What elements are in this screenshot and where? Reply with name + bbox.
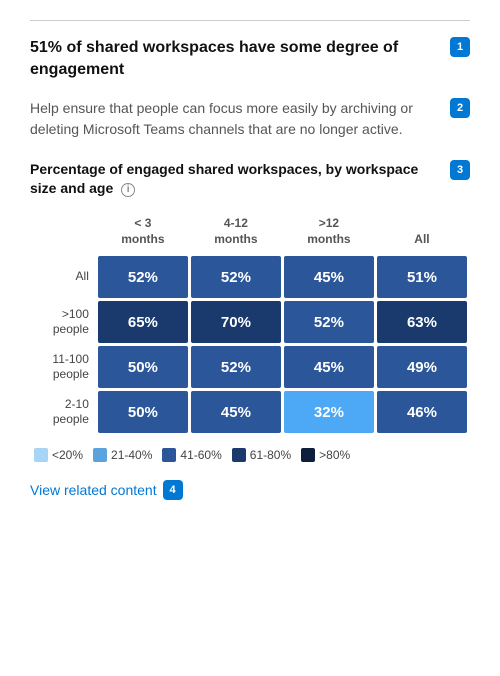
section3-badge: 3 — [450, 160, 470, 180]
legend-label-3: 61-80% — [250, 448, 291, 462]
legend-swatch-0 — [34, 448, 48, 462]
row-label-2: 11-100 people — [33, 346, 95, 388]
section3-header: Percentage of engaged shared workspaces,… — [30, 160, 470, 199]
cell-1-2: 52% — [284, 301, 374, 343]
section1: 51% of shared workspaces have some degre… — [30, 37, 470, 82]
col-header-2: >12 months — [284, 212, 374, 253]
cell-2-0: 50% — [98, 346, 188, 388]
cell-1-1: 70% — [191, 301, 281, 343]
section2-text: Help ensure that people can focus more e… — [30, 98, 450, 140]
cell-3-2: 32% — [284, 391, 374, 433]
legend-label-1: 21-40% — [111, 448, 152, 462]
info-icon[interactable]: i — [121, 183, 135, 197]
legend-label-0: <20% — [52, 448, 83, 462]
section3-title: Percentage of engaged shared workspaces,… — [30, 160, 450, 199]
cell-1-3: 63% — [377, 301, 467, 343]
chart-legend: <20% 21-40% 41-60% 61-80% >80% — [30, 448, 470, 462]
legend-swatch-1 — [93, 448, 107, 462]
col-header-1: 4-12 months — [191, 212, 281, 253]
legend-item-3: 61-80% — [232, 448, 291, 462]
row-label-1: >100 people — [33, 301, 95, 343]
cell-1-0: 65% — [98, 301, 188, 343]
legend-item-0: <20% — [34, 448, 83, 462]
legend-swatch-2 — [162, 448, 176, 462]
cell-2-1: 52% — [191, 346, 281, 388]
cell-0-0: 52% — [98, 256, 188, 298]
section2: Help ensure that people can focus more e… — [30, 98, 470, 140]
legend-item-4: >80% — [301, 448, 350, 462]
legend-label-4: >80% — [319, 448, 350, 462]
row-label-0: All — [33, 256, 95, 298]
top-divider — [30, 20, 470, 21]
view-related-section: View related content 4 — [30, 480, 470, 500]
cell-2-2: 45% — [284, 346, 374, 388]
view-related-badge: 4 — [163, 480, 183, 500]
data-table: < 3 months 4-12 months >12 months All Al… — [30, 209, 470, 436]
section1-title: 51% of shared workspaces have some degre… — [30, 37, 450, 82]
cell-3-1: 45% — [191, 391, 281, 433]
cell-0-1: 52% — [191, 256, 281, 298]
legend-item-2: 41-60% — [162, 448, 221, 462]
cell-2-3: 49% — [377, 346, 467, 388]
cell-0-3: 51% — [377, 256, 467, 298]
row-label-3: 2-10 people — [33, 391, 95, 433]
col-header-0: < 3 months — [98, 212, 188, 253]
section1-badge: 1 — [450, 37, 470, 57]
cell-3-0: 50% — [98, 391, 188, 433]
legend-swatch-4 — [301, 448, 315, 462]
cell-3-3: 46% — [377, 391, 467, 433]
legend-label-2: 41-60% — [180, 448, 221, 462]
legend-swatch-3 — [232, 448, 246, 462]
col-header-3: All — [377, 212, 467, 253]
section2-badge: 2 — [450, 98, 470, 118]
legend-item-1: 21-40% — [93, 448, 152, 462]
cell-0-2: 45% — [284, 256, 374, 298]
view-related-link[interactable]: View related content — [30, 482, 157, 498]
